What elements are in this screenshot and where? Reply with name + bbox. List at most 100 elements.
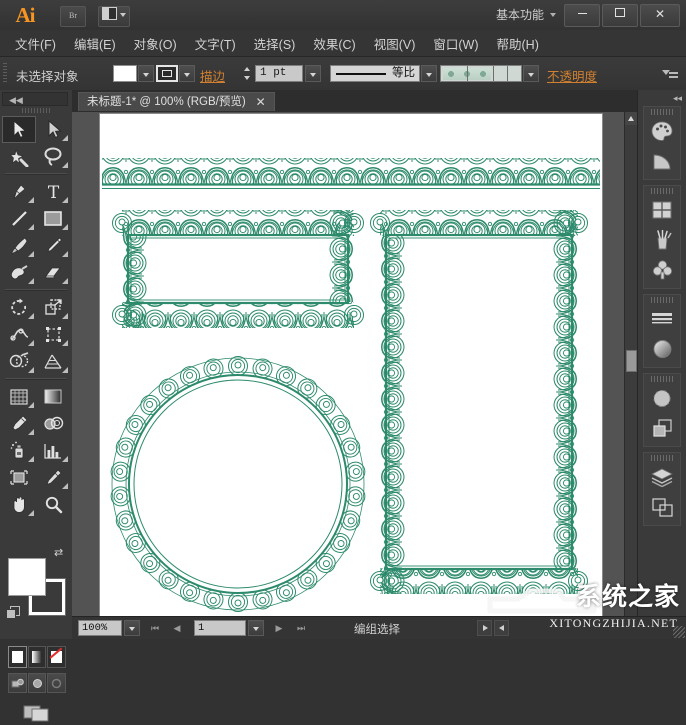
line-segment-tool[interactable] xyxy=(2,205,36,232)
menu-help[interactable]: 帮助(H) xyxy=(488,31,548,56)
dock-group-grip[interactable] xyxy=(651,376,673,382)
canvas-area[interactable] xyxy=(72,112,638,617)
prev-artboard-button[interactable]: ◀ xyxy=(170,621,184,635)
drawing-mode-normal-button[interactable] xyxy=(8,673,27,693)
color-panel-icon[interactable] xyxy=(644,116,680,146)
dock-group-grip[interactable] xyxy=(651,109,673,115)
status-prev-icon[interactable] xyxy=(494,620,509,636)
stroke-color-swatch[interactable] xyxy=(156,65,178,82)
symbols-panel-icon[interactable] xyxy=(644,255,680,285)
artboard[interactable] xyxy=(100,114,602,617)
window-resize-grip[interactable] xyxy=(673,626,685,638)
menu-edit[interactable]: 编辑(E) xyxy=(65,31,125,56)
bridge-button[interactable]: Br xyxy=(60,6,86,27)
pen-tool[interactable] xyxy=(2,178,36,205)
minimize-button[interactable] xyxy=(564,4,600,27)
screen-mode-cycle-button[interactable] xyxy=(22,702,52,722)
menu-object[interactable]: 对象(O) xyxy=(125,31,186,56)
stroke-weight-input[interactable]: 1 pt xyxy=(255,65,303,82)
blob-brush-tool[interactable] xyxy=(2,259,36,286)
dock-collapse-button[interactable]: ◂◂ xyxy=(642,92,682,105)
artboard-tool[interactable] xyxy=(2,464,36,491)
workspace-switcher[interactable]: 基本功能 xyxy=(496,0,556,30)
rectangle-tool[interactable] xyxy=(36,205,70,232)
color-mode-button[interactable] xyxy=(8,646,27,668)
control-bar-grip[interactable] xyxy=(3,63,7,83)
free-transform-tool[interactable] xyxy=(36,321,70,348)
toolbox-fill-swatch[interactable] xyxy=(8,558,46,596)
eraser-tool[interactable] xyxy=(36,259,70,286)
dock-group-grip[interactable] xyxy=(651,188,673,194)
fill-dropdown-button[interactable] xyxy=(138,65,154,82)
toolbox-collapse-button[interactable]: ◀◀ xyxy=(2,92,68,106)
toolbox-grip[interactable] xyxy=(22,108,50,113)
maximize-button[interactable] xyxy=(602,4,638,27)
menu-type[interactable]: 文字(T) xyxy=(186,31,245,56)
magic-wand-tool[interactable] xyxy=(2,143,36,170)
paintbrush-tool[interactable] xyxy=(2,232,36,259)
symbol-sprayer-tool[interactable] xyxy=(2,437,36,464)
transparency-panel-icon[interactable] xyxy=(644,383,680,413)
gradient-panel-icon[interactable] xyxy=(644,334,680,364)
width-tool[interactable] xyxy=(2,321,36,348)
menu-window[interactable]: 窗口(W) xyxy=(424,31,487,56)
gradient-mode-button[interactable] xyxy=(28,646,47,668)
stroke-weight-dropdown-button[interactable] xyxy=(305,65,321,82)
lasso-tool[interactable] xyxy=(36,143,70,170)
brush-definition-select[interactable] xyxy=(440,65,522,82)
none-mode-button[interactable] xyxy=(47,646,66,668)
stroke-dropdown-button[interactable] xyxy=(179,65,195,82)
gradient-tool[interactable] xyxy=(36,383,70,410)
artboard-number-dropdown[interactable] xyxy=(248,620,264,636)
opacity-label[interactable]: 不透明度 xyxy=(547,66,597,85)
menu-effect[interactable]: 效果(C) xyxy=(304,31,364,56)
menu-select[interactable]: 选择(S) xyxy=(245,31,305,56)
blend-tool[interactable] xyxy=(36,410,70,437)
swatches-panel-icon[interactable] xyxy=(644,195,680,225)
status-next-icon[interactable] xyxy=(477,620,492,636)
dock-group-grip[interactable] xyxy=(651,455,673,461)
variable-width-profile-select[interactable]: 等比 xyxy=(330,65,420,82)
zoom-tool[interactable] xyxy=(36,491,70,518)
drawing-mode-behind-button[interactable] xyxy=(28,673,47,693)
profile-dropdown-button[interactable] xyxy=(421,65,437,82)
drawing-mode-inside-button[interactable] xyxy=(47,673,66,693)
status-indicator-label[interactable]: 编组选择 xyxy=(354,621,400,637)
pencil-tool[interactable] xyxy=(36,232,70,259)
perspective-grid-tool[interactable] xyxy=(36,348,70,375)
default-fill-stroke-icon[interactable] xyxy=(6,606,19,619)
direct-selection-tool[interactable] xyxy=(36,116,70,143)
document-tab[interactable]: 未标题-1* @ 100% (RGB/预览) ✕ xyxy=(78,92,275,111)
next-artboard-button[interactable]: ▶ xyxy=(272,621,286,635)
slice-tool[interactable] xyxy=(36,464,70,491)
stroke-weight-label[interactable]: 描边 xyxy=(200,66,225,85)
arrange-documents-button[interactable] xyxy=(98,6,130,27)
close-button[interactable]: ✕ xyxy=(640,4,680,27)
close-icon[interactable]: ✕ xyxy=(256,93,266,111)
hand-tool[interactable] xyxy=(2,491,36,518)
selection-tool[interactable] xyxy=(2,116,36,143)
column-graph-tool[interactable] xyxy=(36,437,70,464)
zoom-level-dropdown[interactable] xyxy=(124,620,140,636)
dock-group-grip[interactable] xyxy=(651,297,673,303)
stroke-panel-icon[interactable] xyxy=(644,304,680,334)
fill-color-swatch[interactable] xyxy=(113,65,137,82)
artboards-panel-icon[interactable] xyxy=(644,492,680,522)
rotate-tool[interactable] xyxy=(2,294,36,321)
artboard-number-input[interactable]: 1 xyxy=(194,620,246,636)
eyedropper-tool[interactable] xyxy=(2,410,36,437)
last-artboard-button[interactable]: ⏭ xyxy=(294,621,308,635)
type-tool[interactable]: T xyxy=(36,178,70,205)
color-guide-panel-icon[interactable] xyxy=(644,146,680,176)
scrollbar-thumb[interactable] xyxy=(626,350,637,372)
shape-builder-tool[interactable] xyxy=(2,348,36,375)
swap-fill-stroke-icon[interactable]: ⇄ xyxy=(54,546,68,558)
menu-file[interactable]: 文件(F) xyxy=(6,31,65,56)
layers-panel-icon[interactable] xyxy=(644,462,680,492)
zoom-level-input[interactable]: 100% xyxy=(78,620,122,636)
menu-view[interactable]: 视图(V) xyxy=(365,31,425,56)
scale-tool[interactable] xyxy=(36,294,70,321)
first-artboard-button[interactable]: ⏮ xyxy=(148,621,162,635)
stroke-weight-stepper[interactable] xyxy=(243,65,252,82)
control-panel-menu-button[interactable] xyxy=(662,66,678,81)
